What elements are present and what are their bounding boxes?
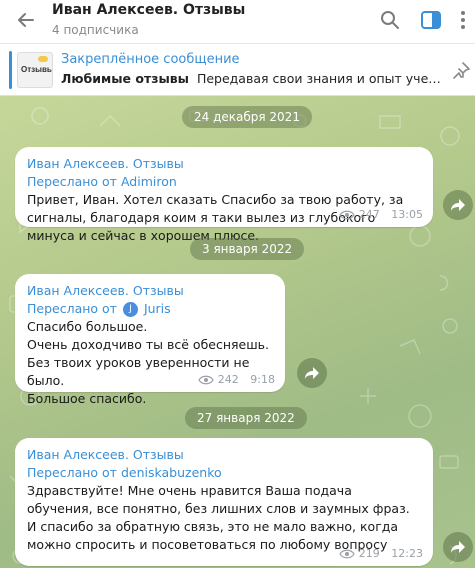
forwarded-author[interactable]: deniskabuzenko: [121, 465, 222, 480]
share-button[interactable]: [443, 532, 473, 562]
more-menu-button[interactable]: [455, 8, 471, 32]
message-time: 12:23: [391, 547, 423, 560]
message-list[interactable]: 24 декабря 2021 Иван Алексеев. Отзывы Пе…: [0, 96, 475, 568]
logo-mark: [38, 56, 48, 62]
views-eye-icon: [339, 549, 355, 558]
pin-icon: [453, 62, 470, 79]
avatar: J: [122, 302, 138, 317]
pinned-preview-text: Передавая свои знания и опыт учени...: [196, 71, 446, 86]
message-line: Спасибо большое.: [27, 319, 148, 334]
date-separator: 24 декабря 2021: [182, 106, 312, 128]
views-eye-icon: [339, 210, 355, 219]
search-button[interactable]: [378, 8, 402, 32]
forwarded-prefix: Переслано от: [27, 174, 117, 189]
channel-name[interactable]: Иван Алексеев. Отзывы: [27, 446, 421, 464]
share-button[interactable]: [297, 358, 327, 388]
message-bubble[interactable]: Иван Алексеев. Отзывы Переслано от J Jur…: [15, 274, 285, 406]
pinned-thumb-text: Отзывы: [21, 65, 53, 74]
message-meta: 219 12:23: [339, 547, 423, 560]
view-count: 247: [358, 208, 380, 221]
message-line: Очень доходчиво ты всё обесняешь.: [27, 337, 270, 352]
message-text: Здравствуйте! Мне очень нравится Ваша по…: [27, 483, 410, 552]
subscriber-count: 4 подписчика: [52, 23, 139, 37]
share-arrow-icon: [451, 199, 465, 211]
sidebar-icon: [421, 11, 441, 29]
arrow-left-icon: [18, 13, 34, 27]
channel-name[interactable]: Иван Алексеев. Отзывы: [27, 282, 273, 300]
search-icon: [381, 11, 399, 29]
message-time: 13:05: [391, 208, 423, 221]
forwarded-from[interactable]: Переслано от J Juris: [27, 300, 273, 318]
views-eye-icon: [198, 375, 214, 384]
message-bubble[interactable]: Иван Алексеев. Отзывы Переслано от Adimi…: [15, 147, 433, 243]
share-arrow-icon: [451, 541, 465, 553]
date-separator: 27 января 2022: [185, 407, 307, 429]
pinned-thumbnail: Отзывы: [17, 52, 53, 88]
pinned-preview: Любимые отзывы Передавая свои знания и о…: [61, 71, 446, 86]
forwarded-prefix: Переслано от: [27, 465, 117, 480]
message-line: Большое спасибо.: [27, 391, 147, 406]
chat-title[interactable]: Иван Алексеев. Отзывы: [52, 2, 245, 18]
forwarded-from[interactable]: Переслано от Adimiron: [27, 173, 421, 191]
forwarded-prefix: Переслано от: [27, 301, 117, 316]
more-vert-icon: [461, 11, 465, 29]
forwarded-from[interactable]: Переслано от deniskabuzenko: [27, 464, 421, 482]
sidebar-toggle-button[interactable]: [419, 8, 443, 32]
forwarded-author[interactable]: Adimiron: [121, 174, 177, 189]
unpin-button[interactable]: [450, 60, 472, 82]
share-arrow-icon: [305, 367, 319, 379]
date-separator: 3 января 2022: [190, 238, 305, 260]
pinned-accent-line: [9, 51, 12, 89]
back-button[interactable]: [14, 8, 38, 32]
channel-name[interactable]: Иван Алексеев. Отзывы: [27, 155, 421, 173]
view-count: 219: [358, 547, 380, 560]
share-button[interactable]: [443, 190, 473, 220]
message-time: 9:18: [250, 373, 275, 386]
message-meta: 247 13:05: [339, 208, 423, 221]
message-bubble[interactable]: Иван Алексеев. Отзывы Переслано от denis…: [15, 438, 433, 566]
message-meta: 242 9:18: [198, 373, 275, 386]
pinned-bold-text: Любимые отзывы: [61, 71, 189, 86]
pinned-label: Закреплённое сообщение: [61, 52, 240, 67]
forwarded-author[interactable]: Juris: [144, 301, 171, 316]
pinned-message-bar[interactable]: Отзывы Закреплённое сообщение Любимые от…: [0, 44, 475, 96]
chat-header: Иван Алексеев. Отзывы 4 подписчика: [0, 0, 475, 44]
view-count: 242: [217, 373, 239, 386]
